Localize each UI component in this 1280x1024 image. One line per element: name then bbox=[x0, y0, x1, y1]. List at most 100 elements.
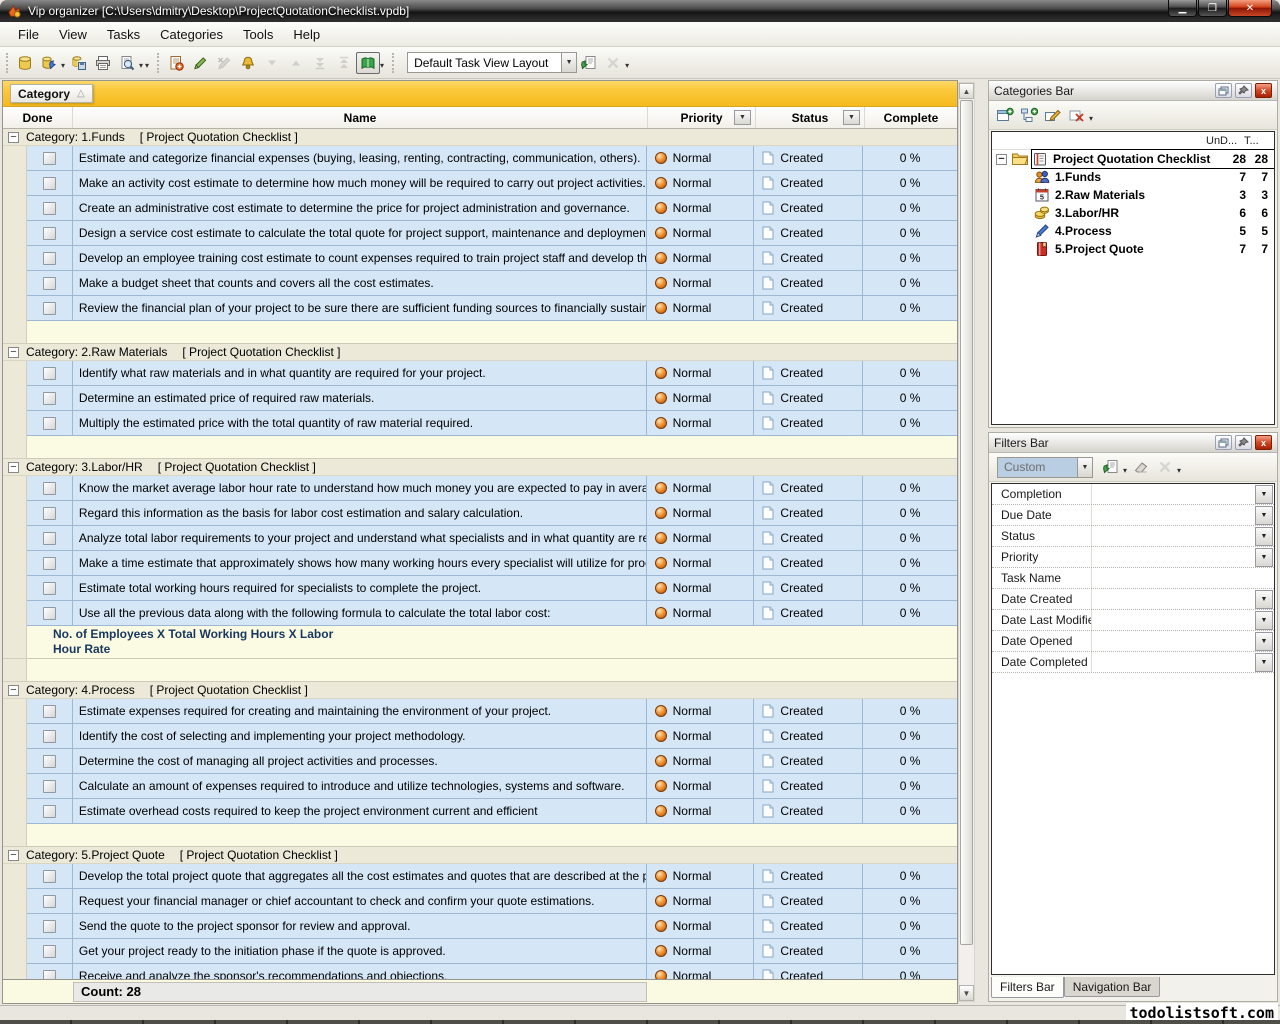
task-row[interactable]: Use all the previous data along with the… bbox=[3, 601, 957, 626]
task-row[interactable]: Identify what raw materials and in what … bbox=[3, 361, 957, 386]
scrollbar-thumb[interactable] bbox=[960, 100, 973, 945]
restore-panel-icon[interactable] bbox=[1215, 83, 1232, 98]
task-row[interactable]: Create an administrative cost estimate t… bbox=[3, 196, 957, 221]
category-group-row[interactable]: −Category: 3.Labor/HR[ Project Quotation… bbox=[3, 459, 957, 476]
task-checkbox[interactable] bbox=[43, 227, 56, 240]
chevron-down-icon[interactable]: ▼ bbox=[1077, 458, 1092, 477]
category-group-row[interactable]: −Category: 5.Project Quote[ Project Quot… bbox=[3, 847, 957, 864]
title-bar[interactable]: Vip organizer [C:\Users\dmitry\Desktop\P… bbox=[0, 0, 1280, 22]
menu-item-file[interactable]: File bbox=[8, 24, 49, 45]
task-checkbox[interactable] bbox=[43, 177, 56, 190]
category-group-row[interactable]: −Category: 1.Funds[ Project Quotation Ch… bbox=[3, 129, 957, 146]
task-checkbox[interactable] bbox=[43, 582, 56, 595]
task-checkbox[interactable] bbox=[43, 252, 56, 265]
column-header-undone[interactable]: UnD... bbox=[1206, 135, 1244, 147]
task-checkbox[interactable] bbox=[43, 730, 56, 743]
task-checkbox[interactable] bbox=[43, 705, 56, 718]
restore-button[interactable]: ❐ bbox=[1198, 0, 1227, 17]
collapse-group-icon[interactable]: − bbox=[8, 685, 19, 696]
task-row[interactable]: Review the financial plan of your projec… bbox=[3, 296, 957, 321]
chevron-down-icon[interactable]: ▾ bbox=[1123, 466, 1127, 475]
category-tree-item[interactable]: 4.Process55 bbox=[992, 222, 1274, 240]
task-checkbox[interactable] bbox=[43, 152, 56, 165]
category-tree-item[interactable]: 1.Funds77 bbox=[992, 168, 1274, 186]
task-checkbox[interactable] bbox=[43, 507, 56, 520]
task-checkbox[interactable] bbox=[43, 417, 56, 430]
print-button[interactable] bbox=[91, 52, 115, 74]
chevron-down-icon[interactable]: ▼ bbox=[561, 53, 576, 72]
task-row[interactable]: Request your financial manager or chief … bbox=[3, 889, 957, 914]
category-tree-item[interactable]: 52.Raw Materials33 bbox=[992, 186, 1274, 204]
task-checkbox[interactable] bbox=[43, 392, 56, 405]
close-panel-icon[interactable]: x bbox=[1255, 83, 1272, 98]
task-row[interactable]: Multiply the estimated price with the to… bbox=[3, 411, 957, 436]
task-checkbox[interactable] bbox=[43, 367, 56, 380]
filter-dropdown-button[interactable]: ▼ bbox=[1255, 632, 1273, 651]
restore-panel-icon[interactable] bbox=[1215, 435, 1232, 450]
task-checkbox[interactable] bbox=[43, 607, 56, 620]
delete-category-button[interactable] bbox=[1065, 104, 1089, 126]
collapse-tree-icon[interactable]: − bbox=[996, 154, 1007, 165]
filter-dropdown-button[interactable]: ▼ bbox=[1255, 485, 1273, 504]
chevron-down-icon[interactable]: ▾ bbox=[1177, 466, 1181, 475]
close-panel-icon[interactable]: x bbox=[1255, 435, 1272, 450]
task-checkbox[interactable] bbox=[43, 870, 56, 883]
scroll-down-icon[interactable]: ▼ bbox=[959, 985, 974, 1001]
close-button[interactable]: ✕ bbox=[1228, 0, 1272, 17]
task-row[interactable]: Determine an estimated price of required… bbox=[3, 386, 957, 411]
task-checkbox[interactable] bbox=[43, 482, 56, 495]
column-header-done[interactable]: Done bbox=[3, 107, 73, 128]
task-row[interactable]: Develop the total project quote that agg… bbox=[3, 864, 957, 889]
task-checkbox[interactable] bbox=[43, 202, 56, 215]
open-database-button[interactable] bbox=[37, 52, 61, 74]
task-row[interactable]: Regard this information as the basis for… bbox=[3, 501, 957, 526]
scroll-up-icon[interactable]: ▲ bbox=[959, 83, 974, 99]
new-database-button[interactable] bbox=[13, 52, 37, 74]
tab-navigation-bar[interactable]: Navigation Bar bbox=[1064, 977, 1161, 997]
filter-dropdown-button[interactable]: ▼ bbox=[1255, 527, 1273, 546]
category-tree-item[interactable]: 3.Labor/HR66 bbox=[992, 204, 1274, 222]
task-checkbox[interactable] bbox=[43, 532, 56, 545]
column-header-total[interactable]: T... bbox=[1244, 135, 1274, 147]
priority-filter-button[interactable]: ▼ bbox=[734, 110, 751, 125]
status-filter-button[interactable]: ▼ bbox=[843, 110, 860, 125]
menu-item-view[interactable]: View bbox=[49, 24, 97, 45]
collapse-group-icon[interactable]: − bbox=[8, 850, 19, 861]
task-row[interactable]: Estimate overhead costs required to keep… bbox=[3, 799, 957, 824]
show-notes-button[interactable] bbox=[356, 52, 380, 74]
chevron-down-icon[interactable]: ▾ bbox=[380, 61, 384, 70]
save-database-button[interactable] bbox=[67, 52, 91, 74]
column-header-name[interactable]: Name bbox=[73, 107, 648, 128]
edit-category-button[interactable] bbox=[1041, 104, 1065, 126]
task-checkbox[interactable] bbox=[43, 755, 56, 768]
edit-task-button[interactable] bbox=[188, 52, 212, 74]
new-subcategory-button[interactable] bbox=[1017, 104, 1041, 126]
category-tree-item[interactable]: −Project Quotation Checklist2828 bbox=[992, 150, 1274, 168]
group-by-category-chip[interactable]: Category △ bbox=[10, 84, 93, 103]
task-row[interactable]: Estimate and categorize financial expens… bbox=[3, 146, 957, 171]
print-preview-button[interactable] bbox=[115, 52, 139, 74]
pin-icon[interactable] bbox=[1235, 83, 1252, 98]
task-row[interactable]: Make a time estimate that approximately … bbox=[3, 551, 957, 576]
layout-combo[interactable]: Default Task View Layout ▼ bbox=[407, 52, 577, 73]
menu-item-categories[interactable]: Categories bbox=[150, 24, 233, 45]
column-header-complete[interactable]: Complete bbox=[865, 107, 957, 128]
new-category-button[interactable] bbox=[993, 104, 1017, 126]
task-checkbox[interactable] bbox=[43, 277, 56, 290]
pin-icon[interactable] bbox=[1235, 435, 1252, 450]
save-filter-button[interactable] bbox=[1099, 456, 1123, 478]
category-group-row[interactable]: −Category: 2.Raw Materials[ Project Quot… bbox=[3, 344, 957, 361]
task-row[interactable]: Estimate total working hours required fo… bbox=[3, 576, 957, 601]
task-row[interactable]: Develop an employee training cost estima… bbox=[3, 246, 957, 271]
collapse-group-icon[interactable]: − bbox=[8, 462, 19, 473]
task-row[interactable]: Determine the cost of managing all proje… bbox=[3, 749, 957, 774]
column-header-priority[interactable]: Priority ▼ bbox=[648, 107, 756, 128]
task-checkbox[interactable] bbox=[43, 780, 56, 793]
chevron-down-icon[interactable]: ▾ bbox=[1089, 114, 1093, 123]
task-row[interactable]: Estimate expenses required for creating … bbox=[3, 699, 957, 724]
task-checkbox[interactable] bbox=[43, 805, 56, 818]
filter-dropdown-button[interactable]: ▼ bbox=[1255, 653, 1273, 672]
task-checkbox[interactable] bbox=[43, 945, 56, 958]
collapse-group-icon[interactable]: − bbox=[8, 132, 19, 143]
task-row[interactable]: Design a service cost estimate to calcul… bbox=[3, 221, 957, 246]
